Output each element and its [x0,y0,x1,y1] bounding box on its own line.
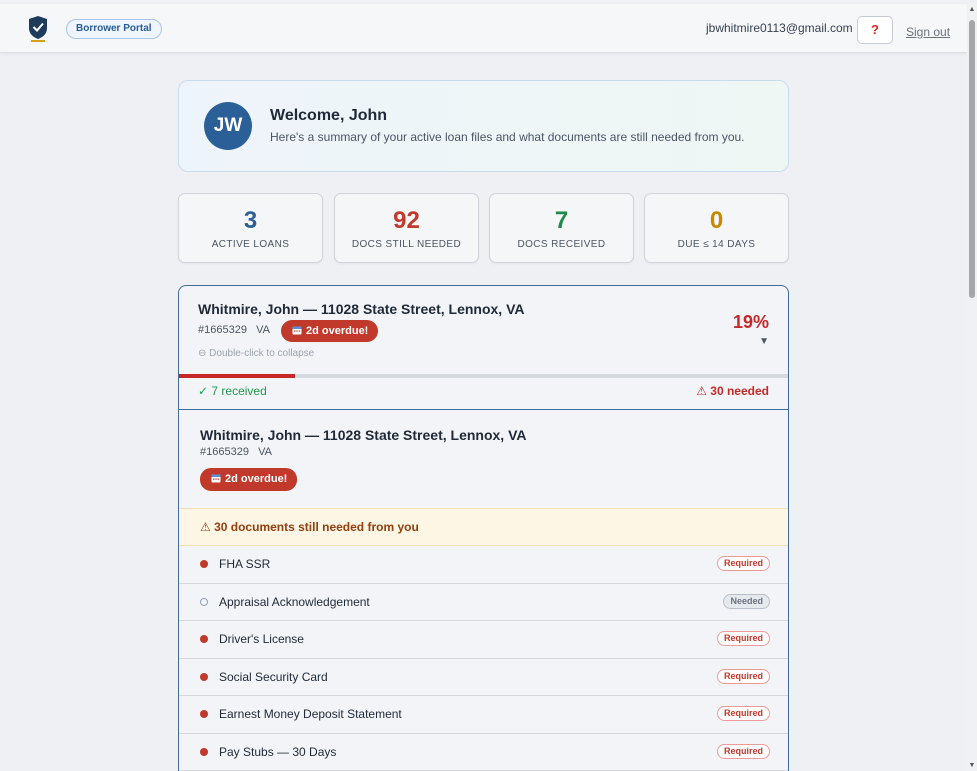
overdue-label: 2d overdue! [306,325,369,337]
needed-banner: ⚠ 30 documents still needed from you [179,508,788,546]
detail-meta: #1665329 VA [200,446,272,458]
loan-progress-bar [179,374,788,378]
document-name: FHA SSR [219,557,271,571]
status-badge: Required [716,631,770,646]
loan-card[interactable]: Whitmire, John — 11028 State Street, Len… [178,285,789,771]
loan-meta: #1665329 VA [198,324,270,336]
scroll-thumb[interactable] [969,20,975,298]
vertical-scrollbar[interactable]: ▲ ▼ [967,4,977,771]
stat-docs-received: 7 DOCS RECEIVED [489,193,634,263]
overdue-label: 2d overdue! [225,473,288,485]
stat-value: 3 [243,207,258,234]
list-item[interactable]: Social Security Card Required [179,658,788,696]
stat-label: DOCS STILL NEEDED [351,239,462,250]
avatar: JW [204,102,252,150]
collapse-caret-icon[interactable]: ▼ [759,336,769,347]
stat-docs-needed: 92 DOCS STILL NEEDED [334,193,479,263]
welcome-subtitle: Here's a summary of your active loan fil… [270,130,745,144]
status-dot [200,747,208,756]
divider [179,409,788,410]
overdue-badge: 2d overdue! [281,320,379,342]
portal-badge: Borrower Portal [66,19,162,39]
stat-label: ACTIVE LOANS [211,239,290,250]
document-name: Appraisal Acknowledgement [219,594,370,609]
calendar-icon [292,326,302,335]
stat-label: DUE ≤ 14 DAYS [677,239,756,250]
list-item[interactable]: Driver's License Required [179,621,788,659]
status-dot [200,635,208,643]
overdue-badge-detail: 2d overdue! [200,468,298,491]
stat-value: 0 [709,207,724,234]
sign-out-link[interactable]: Sign out [906,25,950,39]
stat-label: DOCS RECEIVED [517,239,606,250]
status-badge: Needed [723,593,770,609]
status-dot [200,710,208,718]
needed-count: ⚠ 30 needed [696,384,769,398]
welcome-title: Welcome, John [270,107,388,124]
scroll-up-icon[interactable]: ▲ [967,6,977,13]
loan-number: #1665329 [198,324,247,336]
stat-active-loans: 3 ACTIVE LOANS [178,193,323,263]
document-name: Earnest Money Deposit Statement [219,707,402,721]
status-badge: Required [716,743,770,759]
document-name: Social Security Card [219,669,328,684]
status-badge: Required [716,556,770,571]
status-dot [200,597,208,606]
list-item[interactable]: Appraisal Acknowledgement Needed [179,583,788,621]
status-dot [200,672,208,681]
status-badge: Required [716,668,770,684]
help-button[interactable]: ? [857,16,893,44]
loan-title: Whitmire, John — 11028 State Street, Len… [198,301,525,317]
stat-due-soon: 0 DUE ≤ 14 DAYS [644,193,789,263]
list-item[interactable]: Earnest Money Deposit Statement Required [179,696,788,734]
loan-percent: 19% [732,312,769,332]
status-dot [200,560,208,568]
list-item[interactable]: Pay Stubs — 30 Days Required [179,733,788,771]
welcome-card: JW Welcome, John Here's a summary of you… [178,80,789,172]
calendar-icon [211,474,221,483]
stat-value: 92 [393,207,420,234]
collapse-hint: ⊖ Double-click to collapse [198,348,314,359]
collapse-icon: ⊖ [198,348,210,359]
received-count: ✓ 7 received [198,384,267,398]
scroll-down-icon[interactable]: ▼ [967,762,977,769]
collapse-hint-text: Double-click to collapse [209,348,315,359]
list-item[interactable]: FHA SSR Required [179,546,788,584]
document-name: Driver's License [219,632,304,646]
status-badge: Required [716,706,770,721]
shield-logo-icon[interactable] [27,15,49,43]
document-name: Pay Stubs — 30 Days [219,744,337,759]
loan-type: VA [256,324,270,336]
user-email: jbwhitmire0113@gmail.com [706,21,853,35]
document-list: FHA SSR Required Appraisal Acknowledgeme… [179,546,788,771]
loan-progress-fill [179,374,296,378]
detail-title: Whitmire, John — 11028 State Street, Len… [200,427,527,443]
top-bar: Borrower Portal jbwhitmire0113@gmail.com… [0,4,967,53]
stat-value: 7 [554,207,569,234]
